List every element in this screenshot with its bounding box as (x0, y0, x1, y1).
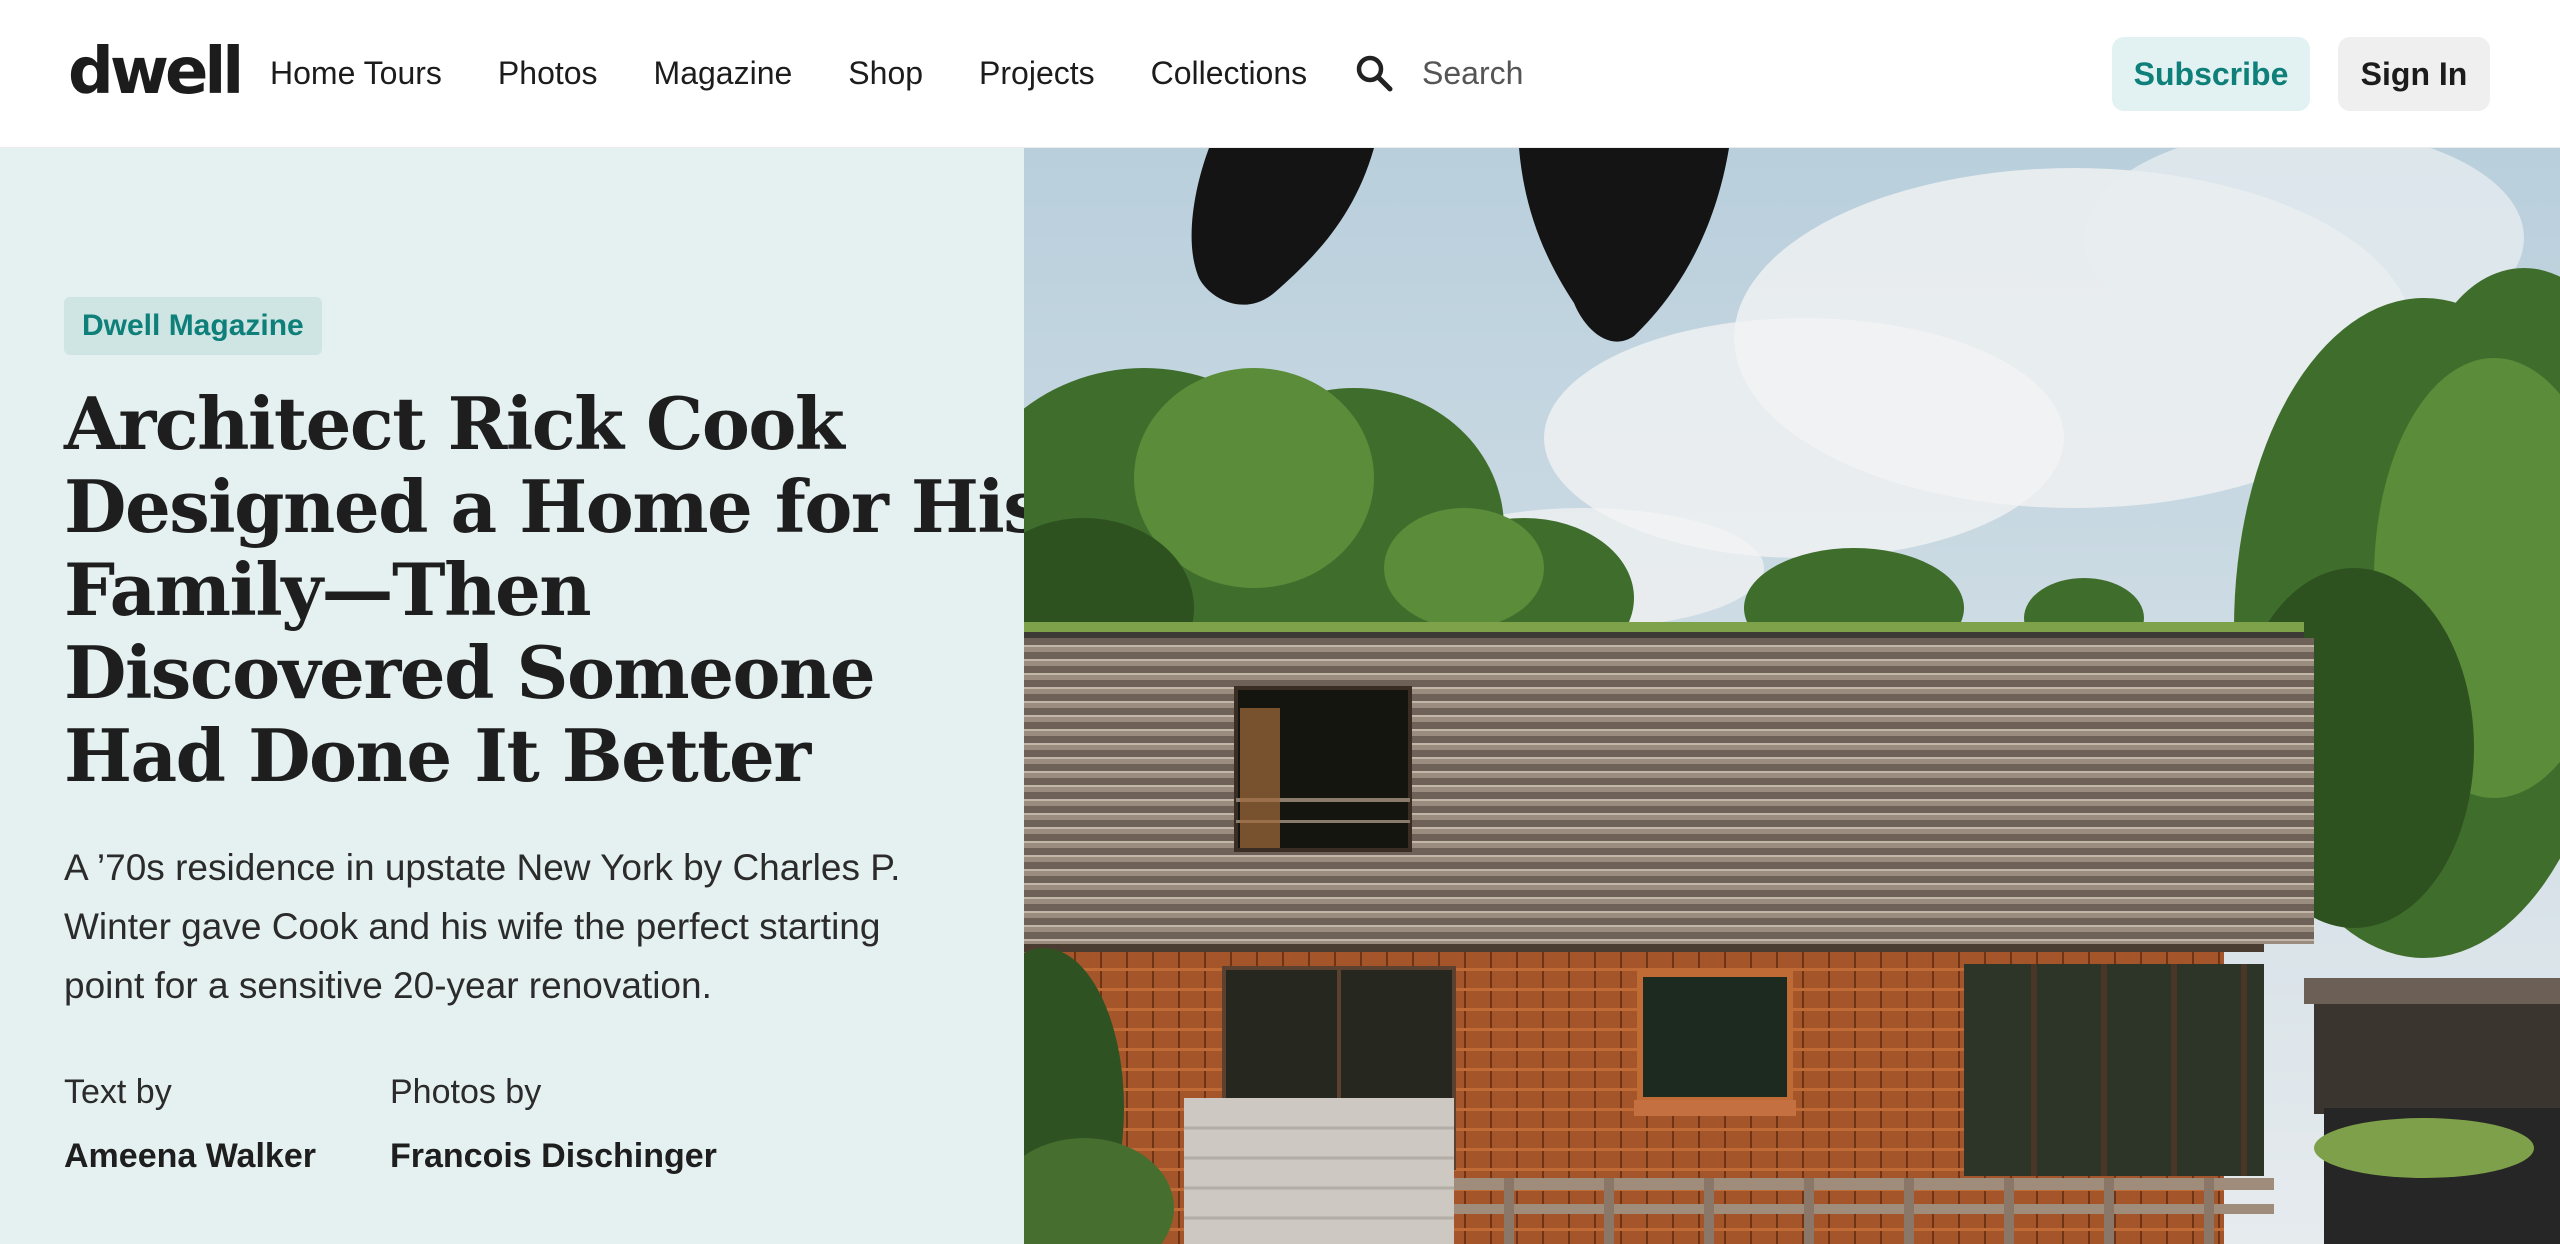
headline-line: Family—Then (64, 547, 592, 632)
credit-label: Text by (64, 1073, 172, 1111)
dek-line: point for a sensitive 20-year renovation… (64, 965, 712, 1006)
author-name[interactable]: Ameena Walker (64, 1132, 316, 1180)
nav-item-photos[interactable]: Photos (498, 46, 598, 100)
search-icon (1354, 53, 1394, 93)
main-nav: Home Tours Photos Magazine Shop Projects… (270, 46, 1363, 100)
sign-in-button[interactable]: Sign In (2338, 37, 2490, 111)
photographer-name[interactable]: Francois Dischinger (390, 1132, 717, 1180)
site-header: dwell Home Tours Photos Magazine Shop Pr… (0, 0, 2560, 148)
credit-label: Photos by (390, 1073, 542, 1111)
headline-line: Discovered Someone (64, 630, 876, 715)
nav-item-collections[interactable]: Collections (1151, 46, 1308, 100)
text-credit: Text by Ameena Walker (64, 1068, 316, 1180)
subscribe-button[interactable]: Subscribe (2112, 37, 2310, 111)
dek-line: Winter gave Cook and his wife the perfec… (64, 906, 881, 947)
article-intro-panel: Dwell Magazine Architect Rick Cook Desig… (0, 148, 1044, 1244)
house-illustration (1024, 148, 2560, 1244)
nav-item-home-tours[interactable]: Home Tours (270, 46, 442, 100)
headline-line: Designed a Home for His (64, 464, 1044, 549)
headline-line: Had Done It Better (64, 713, 811, 798)
category-tag[interactable]: Dwell Magazine (64, 297, 322, 355)
article-dek: A ’70s residence in upstate New York by … (64, 838, 964, 1015)
search-trigger[interactable]: Search (1354, 46, 1523, 100)
search-label: Search (1422, 55, 1524, 91)
article-headline: Architect Rick Cook Designed a Home for … (64, 381, 1044, 798)
nav-item-shop[interactable]: Shop (848, 46, 923, 100)
photo-credit: Photos by Francois Dischinger (390, 1068, 717, 1180)
hero-photo (1024, 148, 2560, 1244)
nav-item-magazine[interactable]: Magazine (654, 46, 793, 100)
dwell-logo[interactable]: dwell (68, 30, 244, 114)
nav-item-projects[interactable]: Projects (979, 46, 1095, 100)
dek-line: A ’70s residence in upstate New York by … (64, 847, 901, 888)
headline-line: Architect Rick Cook (64, 381, 845, 466)
